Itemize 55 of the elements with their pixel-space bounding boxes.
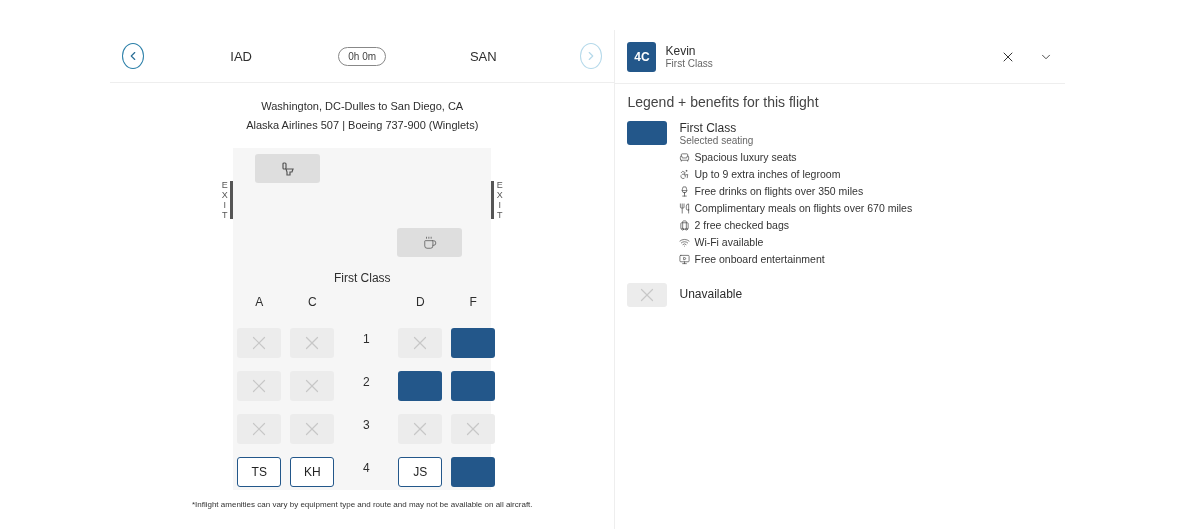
exit-label: EXIT xyxy=(496,181,504,221)
assigned-seat[interactable]: TS xyxy=(237,457,282,487)
unavailable-seat[interactable] xyxy=(398,328,443,358)
cup-icon xyxy=(422,235,437,250)
row-number: 2 xyxy=(361,374,371,391)
footnote: *Inflight amenities can vary by equipment type and route and may not be available on all aircraft. xyxy=(191,500,533,509)
unavailable-seat[interactable] xyxy=(290,414,335,444)
route-text: Washington, DC-Dulles to San Diego, CA xyxy=(260,99,465,114)
play-screen-icon xyxy=(679,253,691,265)
unavailable-seat[interactable] xyxy=(237,371,282,401)
toilet-icon xyxy=(280,161,295,176)
unavailable-seat[interactable] xyxy=(237,328,282,358)
legend-label: Unavailable xyxy=(679,287,743,301)
wheelchair-icon xyxy=(679,168,691,180)
column-letter: C xyxy=(306,295,318,311)
luggage-icon xyxy=(679,219,691,231)
unavailable-seat[interactable] xyxy=(290,328,335,358)
unavailable-seat[interactable] xyxy=(451,414,496,444)
benefit-text: Spacious luxury seats xyxy=(694,151,797,163)
benefit-text: Up to 9 extra inches of legroom xyxy=(694,168,841,180)
unavailable-seat[interactable] xyxy=(290,371,335,401)
seat-badge: 4C xyxy=(627,41,657,72)
legend-subtitle: Selected seating xyxy=(679,135,755,146)
aircraft-text: Alaska Airlines 507 | Boeing 737-900 (Winglets) xyxy=(246,118,479,133)
passenger-cabin: First Class xyxy=(665,58,714,69)
passenger-name: Kevin xyxy=(665,44,697,58)
utensils-icon xyxy=(679,202,691,214)
unavailable-seat[interactable] xyxy=(237,414,282,444)
legend-title: Legend + benefits for this flight xyxy=(627,94,820,110)
available-seat[interactable] xyxy=(451,371,496,401)
benefit-text: Complimentary meals on flights over 670 miles xyxy=(694,202,913,214)
assigned-seat[interactable]: JS xyxy=(398,457,443,487)
column-letter: F xyxy=(468,295,478,311)
column-letter: D xyxy=(414,295,426,311)
legend-label: First Class xyxy=(679,121,738,135)
available-seat[interactable] xyxy=(451,328,496,358)
benefit-text: Wi-Fi available xyxy=(694,236,764,248)
armchair-icon xyxy=(679,151,691,163)
row-number: 1 xyxy=(361,331,371,348)
origin-code: IAD xyxy=(229,48,253,64)
available-seat[interactable] xyxy=(398,371,443,401)
benefit-text: Free onboard entertainment xyxy=(694,253,825,265)
available-seat[interactable] xyxy=(451,457,496,487)
exit-label: EXIT xyxy=(221,181,229,221)
row-number: 3 xyxy=(361,417,371,434)
previous-button[interactable] xyxy=(122,43,144,69)
wifi-icon xyxy=(679,236,691,248)
column-letter: A xyxy=(254,295,265,311)
benefit-text: 2 free checked bags xyxy=(694,219,790,231)
destination-code: SAN xyxy=(468,48,498,64)
unavailable-seat[interactable] xyxy=(398,414,443,444)
row-number: 4 xyxy=(361,460,371,477)
assigned-seat[interactable]: KH xyxy=(290,457,335,487)
cabin-title: First Class xyxy=(332,271,392,285)
benefit-text: Free drinks on flights over 350 miles xyxy=(694,185,864,197)
